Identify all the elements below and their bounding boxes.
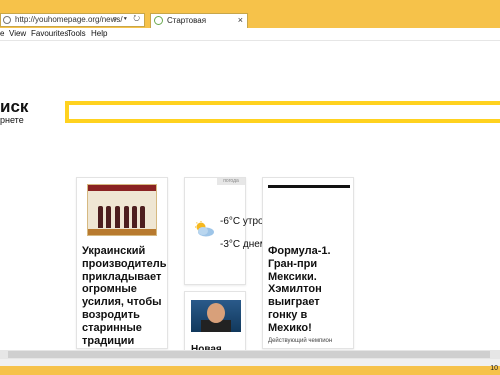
weather-tag: погода bbox=[217, 178, 245, 185]
scrollbar-thumb[interactable] bbox=[8, 351, 490, 358]
news-photo bbox=[191, 300, 241, 332]
news-title[interactable]: Украинский производитель прикладывает ог… bbox=[82, 245, 168, 360]
address-bar[interactable]: http://youhomepage.org/news/ ⌕ ▾ ↻ bbox=[0, 13, 145, 27]
menu-item-edit[interactable]: e bbox=[0, 29, 4, 38]
search-logo-subtitle: рнете bbox=[0, 115, 24, 125]
tab-startovaya[interactable]: Стартовая × bbox=[150, 13, 248, 28]
divider bbox=[268, 185, 350, 188]
temperature-day: -3°C днем bbox=[220, 239, 267, 250]
news-card[interactable]: Формула-1. Гран-при Мексики. Хэмилтон вы… bbox=[262, 177, 354, 349]
news-title[interactable]: Формула-1. Гран-при Мексики. Хэмилтон вы… bbox=[268, 245, 352, 335]
zoom-level[interactable]: 10 bbox=[490, 365, 498, 372]
menu-item-view[interactable]: View bbox=[9, 29, 26, 38]
address-controls-icon[interactable]: ⌕ ▾ ↻ bbox=[113, 14, 142, 24]
bottom-bar: 10 bbox=[0, 365, 500, 375]
search-input[interactable] bbox=[65, 101, 500, 123]
page-favicon-icon bbox=[154, 16, 163, 25]
browser-title-area: http://youhomepage.org/news/ ⌕ ▾ ↻ Старт… bbox=[0, 0, 500, 28]
site-icon bbox=[3, 16, 11, 24]
sun-cloud-icon bbox=[195, 221, 214, 237]
menu-item-help[interactable]: Help bbox=[91, 29, 107, 38]
horizontal-scrollbar[interactable] bbox=[0, 350, 500, 359]
menu-bar: e View Favourites Tools Help bbox=[0, 28, 500, 41]
search-logo: иск bbox=[0, 97, 29, 116]
news-card[interactable]: Украинский производитель прикладывает ог… bbox=[76, 177, 168, 359]
tab-label: Стартовая bbox=[167, 16, 207, 25]
wine-promo-image bbox=[87, 184, 157, 236]
menu-item-tools[interactable]: Tools bbox=[67, 29, 86, 38]
news-card[interactable]: Новая bbox=[184, 291, 246, 355]
status-area bbox=[0, 359, 500, 366]
menu-item-favourites[interactable]: Favourites bbox=[31, 29, 68, 38]
news-snippet: Действующий чемпион bbox=[268, 338, 333, 344]
address-url[interactable]: http://youhomepage.org/news/ bbox=[15, 15, 123, 24]
weather-card[interactable]: погода -6°C утром -3°C днем bbox=[184, 177, 270, 285]
close-tab-icon[interactable]: × bbox=[238, 15, 243, 25]
